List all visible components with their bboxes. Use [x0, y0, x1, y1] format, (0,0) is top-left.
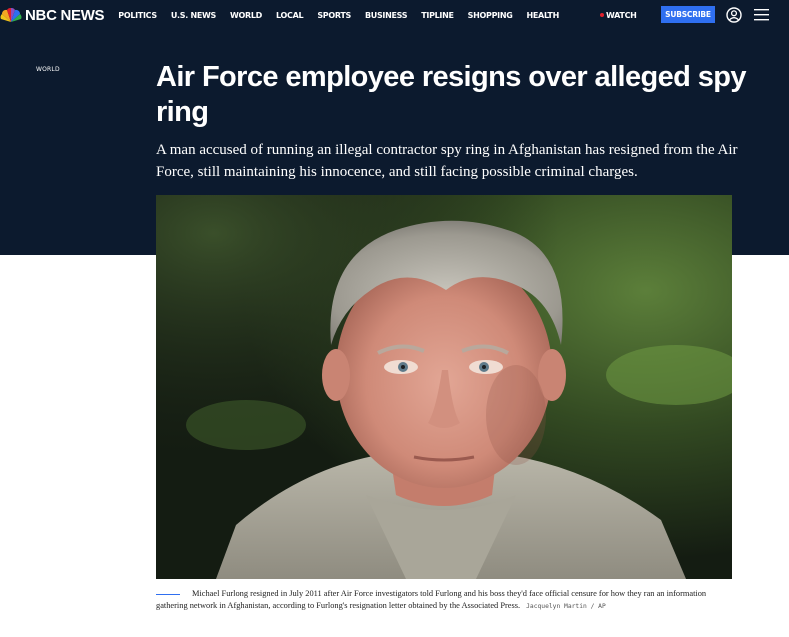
- menu-icon[interactable]: [754, 8, 769, 21]
- peacock-icon: [0, 7, 22, 22]
- caption-text: Michael Furlong resigned in July 2011 af…: [156, 589, 707, 610]
- photo-credit: Jacquelyn Martin / AP: [526, 602, 606, 610]
- article-photo: [156, 195, 732, 579]
- watch-link[interactable]: WATCH: [600, 0, 637, 30]
- article-headline: Air Force employee resigns over alleged …: [156, 61, 747, 128]
- photo-caption: Michael Furlong resigned in July 2011 af…: [156, 588, 732, 612]
- portrait-image: [156, 195, 732, 579]
- nav-item-tipline[interactable]: TIPLINE: [421, 11, 454, 20]
- watch-label: WATCH: [606, 10, 637, 20]
- top-nav: NBC NEWS POLITICS U.S. NEWS WORLD LOCAL …: [0, 0, 789, 30]
- nbc-news-logo[interactable]: NBC NEWS: [0, 0, 105, 30]
- nav-item-business[interactable]: BUSINESS: [365, 11, 408, 20]
- subscribe-button[interactable]: SUBSCRIBE: [661, 6, 715, 23]
- live-dot-icon: [600, 13, 604, 17]
- account-icon[interactable]: [726, 7, 742, 23]
- nav-item-local[interactable]: LOCAL: [276, 11, 304, 20]
- nav-item-politics[interactable]: POLITICS: [118, 11, 157, 20]
- nav-item-us-news[interactable]: U.S. NEWS: [171, 11, 216, 20]
- nav-item-shopping[interactable]: SHOPPING: [468, 11, 513, 20]
- nav-links: POLITICS U.S. NEWS WORLD LOCAL SPORTS BU…: [118, 11, 573, 20]
- nav-item-health[interactable]: HEALTH: [527, 11, 560, 20]
- logo-text: NBC NEWS: [25, 6, 105, 24]
- section-label[interactable]: WORLD: [36, 66, 60, 73]
- nav-item-world[interactable]: WORLD: [230, 11, 262, 20]
- nav-item-sports[interactable]: SPORTS: [317, 11, 351, 20]
- article-dek: A man accused of running an illegal cont…: [156, 142, 738, 180]
